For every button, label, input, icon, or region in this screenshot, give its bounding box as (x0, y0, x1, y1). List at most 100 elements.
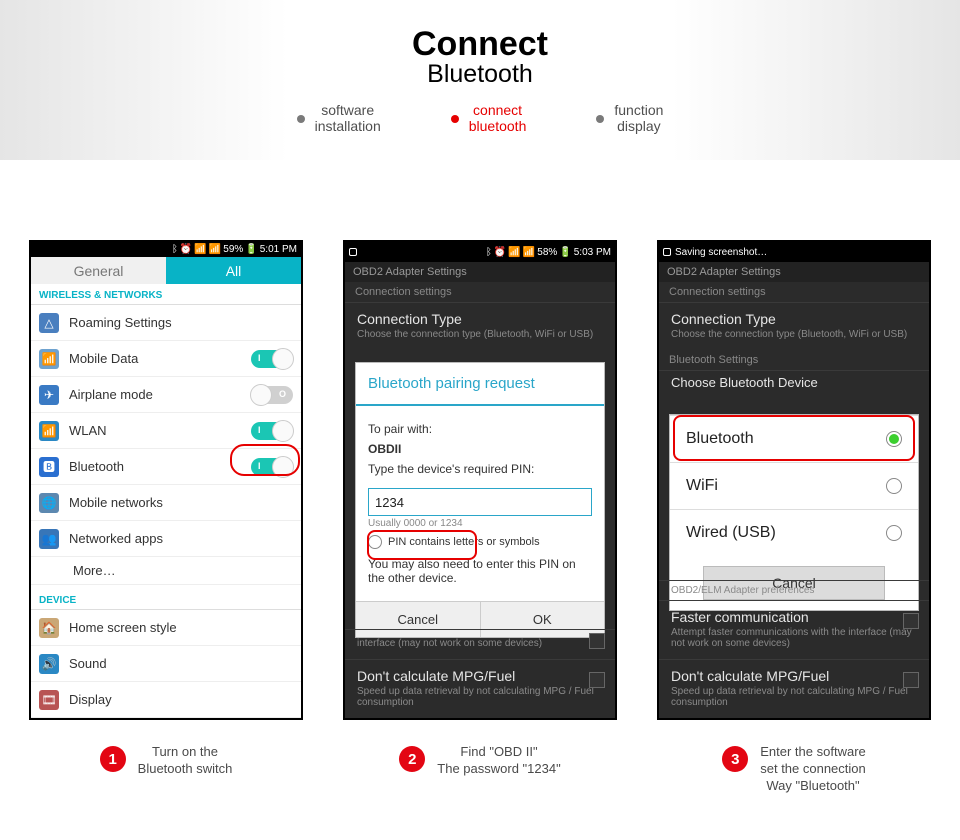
row-label: Mobile networks (69, 495, 293, 510)
tab-function-display[interactable]: functiondisplay (596, 103, 663, 134)
row-faster-comm-frag[interactable]: interface (may not work on some devices) (345, 629, 615, 659)
option-bluetooth[interactable]: Bluetooth (670, 415, 918, 462)
mobile_networks-icon: 🌐 (39, 493, 59, 513)
radio-icon (886, 431, 902, 447)
settings-tabs: General All (31, 257, 301, 284)
title-main: Connect (412, 28, 548, 60)
tab-general[interactable]: General (31, 257, 166, 284)
row-label: Display (69, 692, 293, 707)
pair-with-label: To pair with: (368, 422, 592, 436)
row-connection-type[interactable]: Connection Type Choose the connection ty… (345, 302, 615, 350)
banner-tabs: softwareinstallation connectbluetooth fu… (297, 103, 664, 134)
bt-icon: ᛒ (486, 247, 492, 258)
row-connection-type[interactable]: Connection Type Choose the connection ty… (659, 302, 929, 350)
alarm-icon: ⏰ (494, 247, 506, 258)
bt-icon: ᛒ (172, 244, 178, 255)
row-mobile_data[interactable]: 📶Mobile DataI (31, 341, 301, 377)
row-adapter-pref-frag: OBD2/ELM Adapter preferences (659, 580, 929, 600)
row-sound[interactable]: 🔊 Sound (31, 646, 301, 682)
mobile_data-icon: 📶 (39, 349, 59, 369)
pin-label: Type the device's required PIN: (368, 462, 592, 476)
pin-hint: Usually 0000 or 1234 (368, 518, 592, 529)
status-bar: Saving screenshot… (659, 242, 929, 262)
caption-3: 3 Enter the softwareset the connectionWa… (657, 744, 931, 795)
checkbox-icon[interactable] (903, 672, 919, 688)
step-badge: 2 (399, 746, 425, 772)
screen-title: OBD2 Adapter Settings (345, 262, 615, 282)
tab-all[interactable]: All (166, 257, 301, 284)
row-label: Roaming Settings (69, 315, 293, 330)
checkbox-icon[interactable] (903, 613, 919, 629)
checkbox-icon[interactable] (589, 633, 605, 649)
screenshot-icon (663, 248, 671, 256)
row-roaming[interactable]: △Roaming Settings (31, 305, 301, 341)
sound-icon: 🔊 (39, 654, 59, 674)
banner: Connect Bluetooth softwareinstallation c… (0, 0, 960, 160)
row-label: Networked apps (69, 531, 293, 546)
row-label: WLAN (69, 423, 251, 438)
row-label: Home screen style (69, 620, 293, 635)
row-home_screen[interactable]: 🏠 Home screen style (31, 610, 301, 646)
battery-icon: 🔋 (245, 244, 257, 255)
pin-letters-checkbox[interactable]: PIN contains letters or symbols (368, 535, 592, 549)
card-icon (349, 248, 357, 256)
caption-2: 2 Find "OBD II"The password "1234" (343, 744, 617, 795)
display-icon: 🎞 (39, 690, 59, 710)
row-display[interactable]: 🎞 Display (31, 682, 301, 718)
pair-with-value: OBDII (368, 442, 401, 456)
wifi-icon: 📶 (508, 247, 520, 258)
captions-row: 1 Turn on theBluetooth switch 2 Find "OB… (0, 744, 960, 795)
radio-icon (368, 535, 382, 549)
option-wired[interactable]: Wired (USB) (670, 509, 918, 556)
dot-icon (297, 115, 305, 123)
toggle-airplane[interactable]: O (251, 386, 293, 404)
step-badge: 3 (722, 746, 748, 772)
phone-connection-type: Saving screenshot… OBD2 Adapter Settings… (657, 240, 931, 720)
row-label: Bluetooth (69, 459, 251, 474)
row-choose-bt[interactable]: Choose Bluetooth Device (659, 370, 929, 390)
home_screen-icon: 🏠 (39, 618, 59, 638)
radio-icon (886, 478, 902, 494)
section-connection: Connection settings (659, 282, 929, 302)
pin-input[interactable] (368, 488, 592, 516)
wifi-icon: 📶 (194, 244, 206, 255)
row-mobile_networks[interactable]: 🌐 Mobile networks (31, 485, 301, 521)
popup-title: Bluetooth pairing request (356, 363, 604, 406)
alarm-icon: ⏰ (180, 244, 192, 255)
status-bar: ᛒ ⏰ 📶 📶 59% 🔋 5:01 PM (31, 242, 301, 257)
checkbox-icon[interactable] (589, 672, 605, 688)
row-bluetooth[interactable]: 🅱BluetoothI (31, 449, 301, 485)
toggle-mobile_data[interactable]: I (251, 350, 293, 368)
row-label: Sound (69, 656, 293, 671)
tab-connect-bluetooth[interactable]: connectbluetooth (451, 103, 527, 134)
row-airplane[interactable]: ✈Airplane modeO (31, 377, 301, 413)
wlan-icon: 📶 (39, 421, 59, 441)
battery-pct: 58% (537, 247, 557, 258)
row-networked_apps[interactable]: 👥 Networked apps (31, 521, 301, 557)
signal-icon: 📶 (523, 247, 535, 258)
row-more[interactable]: More… (31, 557, 301, 585)
toggle-wlan[interactable]: I (251, 422, 293, 440)
highlight-bluetooth-toggle (230, 444, 300, 476)
saving-text: Saving screenshot… (675, 247, 767, 258)
option-wifi[interactable]: WiFi (670, 462, 918, 509)
row-mpg[interactable]: Don't calculate MPG/Fuel Speed up data r… (659, 659, 929, 718)
page-title: Connect Bluetooth (412, 28, 548, 89)
radio-icon (886, 525, 902, 541)
phone-pairing: ᛒ ⏰ 📶 📶 58% 🔋 5:03 PM OBD2 Adapter Setti… (343, 240, 617, 720)
clock: 5:01 PM (260, 244, 297, 255)
signal-icon: 📶 (209, 244, 221, 255)
row-mpg[interactable]: Don't calculate MPG/Fuel Speed up data r… (345, 659, 615, 718)
battery-pct: 59% (223, 244, 243, 255)
section-wireless: WIRELESS & NETWORKS (31, 284, 301, 305)
popup-note: You may also need to enter this PIN on t… (368, 557, 592, 585)
step-badge: 1 (100, 746, 126, 772)
dot-icon (451, 115, 459, 123)
screen-title: OBD2 Adapter Settings (659, 262, 929, 282)
dot-icon (596, 115, 604, 123)
networked_apps-icon: 👥 (39, 529, 59, 549)
tab-software-installation[interactable]: softwareinstallation (297, 103, 381, 134)
row-faster-comm[interactable]: Faster communication Attempt faster comm… (659, 600, 929, 659)
bluetooth-pairing-popup: Bluetooth pairing request To pair with: … (355, 362, 605, 638)
caption-1: 1 Turn on theBluetooth switch (29, 744, 303, 795)
